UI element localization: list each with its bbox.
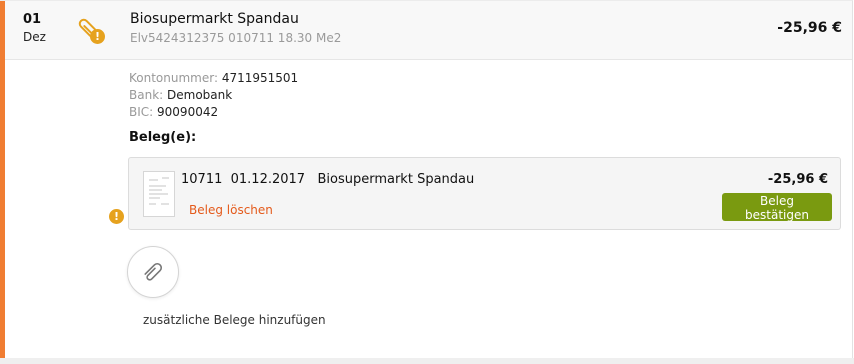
bic-value: 90090042 bbox=[157, 105, 219, 119]
kontonummer-label: Kontonummer: bbox=[129, 71, 219, 85]
bank-row: Bank: Demobank bbox=[129, 87, 298, 104]
bic-row: BIC: 90090042 bbox=[129, 104, 298, 121]
transaction-reference: Elv5424312375 010711 18.30 Me2 bbox=[130, 31, 342, 45]
receipt-date: 01.12.2017 bbox=[230, 172, 306, 187]
account-details: Kontonummer: 4711951501 Bank: Demobank B… bbox=[129, 70, 298, 121]
bottom-divider bbox=[0, 358, 854, 364]
receipt-warning-icon: ! bbox=[109, 209, 124, 224]
receipt-number: 10711 bbox=[181, 172, 223, 187]
delete-receipt-link[interactable]: Beleg löschen bbox=[189, 203, 273, 217]
merchant-name: Biosupermarkt Spandau bbox=[130, 11, 299, 27]
transaction-header[interactable]: 01 Dez ! Biosupermarkt Spandau Elv542431… bbox=[5, 1, 852, 60]
beleg-title: Beleg(e): bbox=[129, 130, 197, 145]
transaction-day: 01 bbox=[23, 12, 42, 27]
bank-value: Demobank bbox=[167, 88, 233, 102]
confirm-receipt-button[interactable]: Beleg bestätigen bbox=[722, 193, 832, 222]
bic-label: BIC: bbox=[129, 105, 154, 119]
add-receipt-label[interactable]: zusätzliche Belege hinzufügen bbox=[143, 313, 326, 327]
thumbnail-lines bbox=[149, 177, 169, 205]
receipt-card: 10711 01.12.2017 Biosupermarkt Spandau -… bbox=[128, 157, 841, 230]
bank-label: Bank: bbox=[129, 88, 164, 102]
attachment-status[interactable]: ! bbox=[75, 15, 105, 45]
transaction-panel: 01 Dez ! Biosupermarkt Spandau Elv542431… bbox=[0, 0, 853, 360]
receipt-info: 10711 01.12.2017 Biosupermarkt Spandau bbox=[181, 172, 474, 187]
kontonummer-row: Kontonummer: 4711951501 bbox=[129, 70, 298, 87]
add-receipt-button[interactable] bbox=[127, 246, 179, 298]
kontonummer-value: 4711951501 bbox=[221, 71, 299, 85]
receipt-merchant: Biosupermarkt Spandau bbox=[317, 172, 475, 187]
receipt-amount: -25,96 € bbox=[767, 172, 828, 187]
transaction-month: Dez bbox=[23, 30, 46, 44]
transaction-amount: -25,96 € bbox=[777, 20, 842, 36]
warning-icon: ! bbox=[90, 29, 105, 44]
paperclip-icon bbox=[144, 262, 163, 281]
document-thumbnail-icon[interactable] bbox=[143, 171, 175, 217]
